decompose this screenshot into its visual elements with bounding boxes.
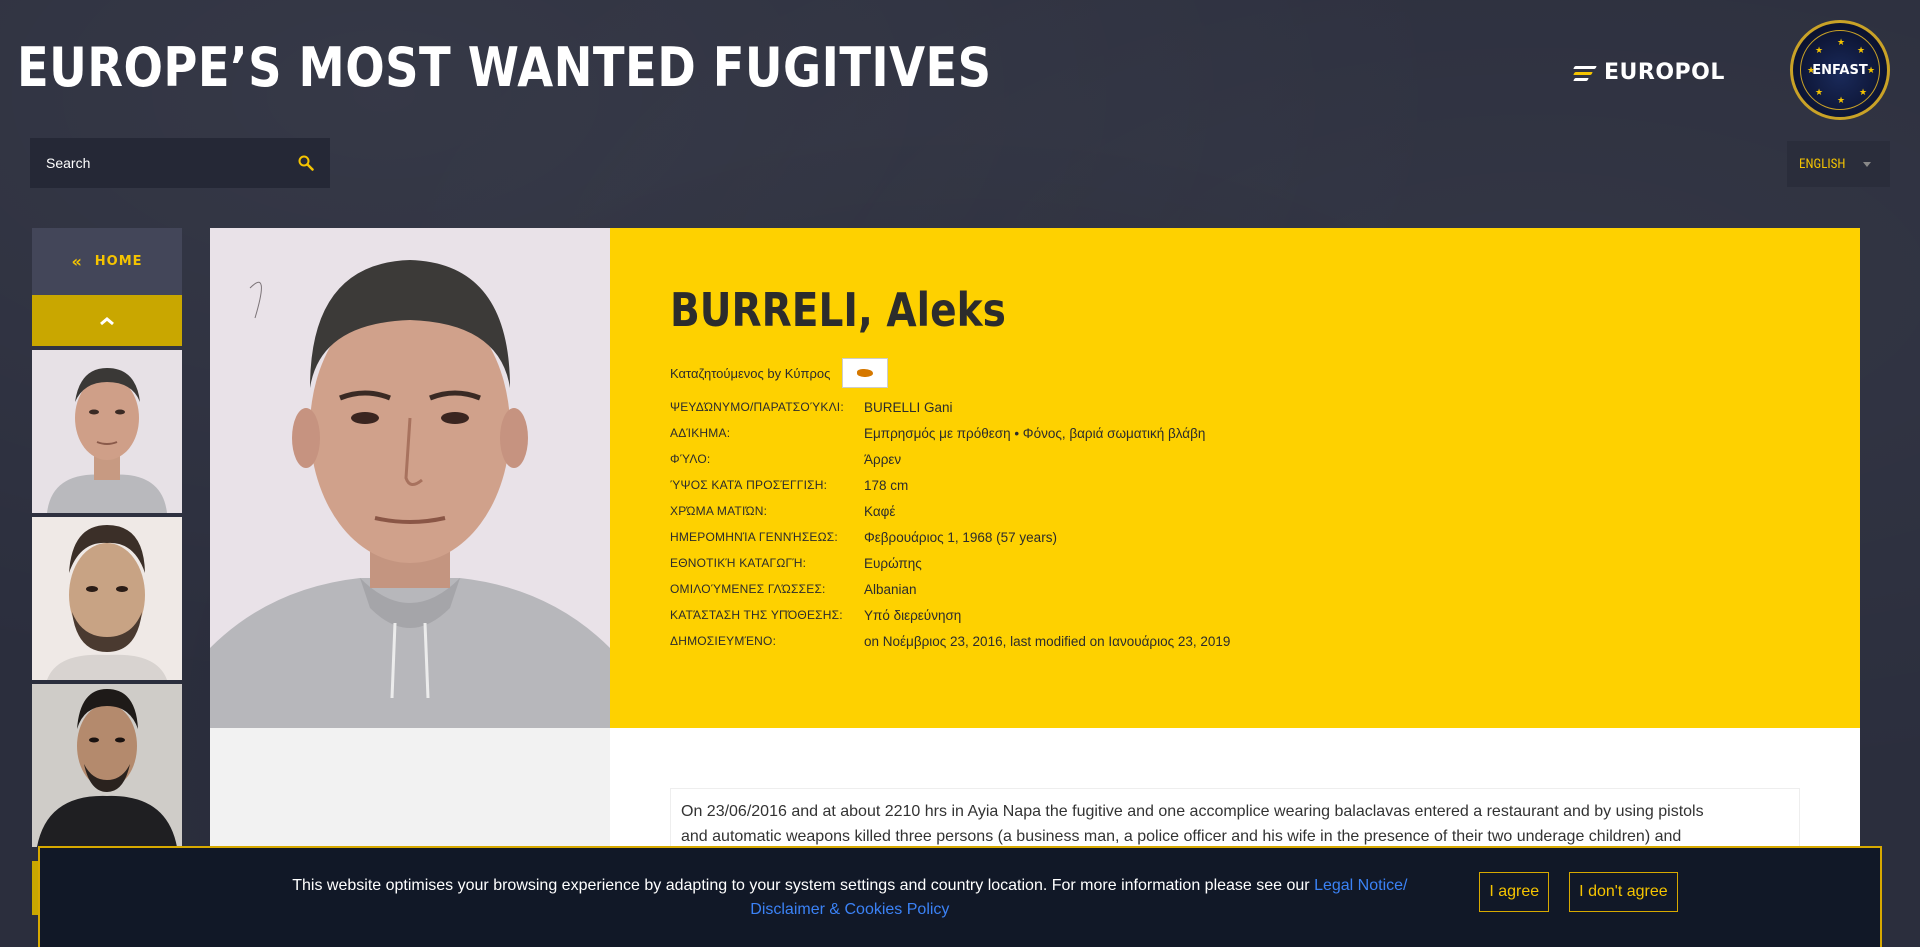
double-chevron-left-icon: « [71,252,83,271]
fugitive-thumbnail[interactable] [32,517,182,680]
detail-label: Αδίκημα: [670,426,731,440]
photo-column [210,228,610,947]
detail-value: Εμπρησμός με πρόθεση • Φόνος, βαριά σωμα… [864,425,1206,441]
detail-value: on Νοέμβριος 23, 2016, last modified on … [864,633,1231,649]
site-title: EUROPE’S MOST WANTED FUGITIVES [17,36,992,99]
detail-value: Albanian [864,581,917,597]
wanted-by-text: Καταζητούμενος by Κύπρος [670,365,831,381]
detail-label: Κατάσταση της υπόθεσης: [670,608,843,622]
language-selected: ENGLISH [1799,156,1846,172]
fugitive-photo [210,228,610,728]
detail-label: Ομιλούμενες γλώσσες: [670,582,826,596]
detail-row: Εθνοτική καταγωγή: Ευρώπης [670,550,1470,576]
cookie-actions: I agree I don't agree [1467,872,1678,912]
detail-row: Ψευδώνυμο/Παρατσούκλι: BURELLI Gani [670,394,1470,420]
details-list: Ψευδώνυμο/Παρατσούκλι: BURELLI Gani Αδίκημ… [670,394,1470,654]
detail-value: BURELLI Gani [864,399,953,415]
europol-mark-icon [1573,64,1598,82]
detail-label: Ψευδώνυμο/Παρατσούκλι: [670,400,844,414]
detail-label: Φύλο: [670,452,711,466]
detail-row: Αδίκημα: Εμπρησμός με πρόθεση • Φόνος, βα… [670,420,1470,446]
cookie-message: This website optimises your browsing exp… [242,874,1457,922]
detail-value: 178 cm [864,477,909,493]
detail-label: Ημερομηνία γεννήσεως: [670,530,838,544]
cookies-policy-link[interactable]: Disclaimer & Cookies Policy [750,901,949,918]
detail-label: Ύψος κατά προσέγγιση: [670,478,828,492]
legal-notice-link[interactable]: Legal Notice/ [1314,877,1407,894]
detail-value: Ευρώπης [864,555,922,571]
detail-value: Φεβρουάριος 1, 1968 (57 years) [864,529,1057,545]
search-icon[interactable] [298,155,314,171]
cyprus-flag-icon [842,358,889,388]
detail-row: Ημερομηνία γεννήσεως: Φεβρουάριος 1, 1968… [670,524,1470,550]
profile-details-panel: BURRELI, Aleks Καταζητούμενος by Κύπρος … [610,228,1860,728]
detail-value: Υπό διερεύνηση [864,607,962,623]
detail-label: Χρώμα ματιών: [670,504,768,518]
europol-logo[interactable]: EUROPOL [1573,60,1725,85]
cookie-text: This website optimises your browsing exp… [292,877,1310,894]
sidebar: « HOME [32,228,182,847]
home-label: HOME [94,254,143,269]
fugitive-thumbnail[interactable] [32,350,182,513]
enfast-logo[interactable]: ★ ★ ★ ★ ★ ★ ★ ★ ENFAST [1790,20,1890,120]
detail-value: Καφέ [864,503,896,519]
detail-row: Δημοσιευμένο: on Νοέμβριος 23, 2016, last… [670,628,1470,654]
fugitive-thumbnail[interactable] [32,684,182,847]
europol-logo-text: EUROPOL [1604,60,1725,85]
detail-row: Ύψος κατά προσέγγιση: 178 cm [670,472,1470,498]
detail-label: Δημοσιευμένο: [670,634,777,648]
cookie-banner: This website optimises your browsing exp… [38,846,1882,947]
search-bar [30,138,330,188]
detail-row: Ομιλούμενες γλώσσες: Albanian [670,576,1470,602]
detail-row: Φύλο: Άρρεν [670,446,1470,472]
dropdown-arrow-icon [1863,161,1872,167]
detail-row: Κατάσταση της υπόθεσης: Υπό διερεύνηση [670,602,1470,628]
home-button[interactable]: « HOME [32,228,182,295]
detail-value: Άρρεν [864,451,902,467]
description-line: On 23/06/2016 and at about 2210 hrs in A… [681,803,1704,820]
fugitive-profile: BURRELI, Aleks Καταζητούμενος by Κύπρος … [210,228,1860,947]
detail-label: Εθνοτική καταγωγή: [670,556,807,570]
disagree-button[interactable]: I don't agree [1569,872,1678,912]
fugitive-name: BURRELI, Aleks [670,283,1006,337]
language-select[interactable]: ENGLISH [1787,141,1890,187]
enfast-logo-text: ENFAST [1812,62,1868,78]
wanted-by: Καταζητούμενος by Κύπρος [670,358,889,388]
agree-button[interactable]: I agree [1479,872,1550,912]
chevron-up-icon [100,316,114,325]
scroll-up-button[interactable] [32,295,182,346]
search-input[interactable] [46,155,298,171]
detail-row: Χρώμα ματιών: Καφέ [670,498,1470,524]
